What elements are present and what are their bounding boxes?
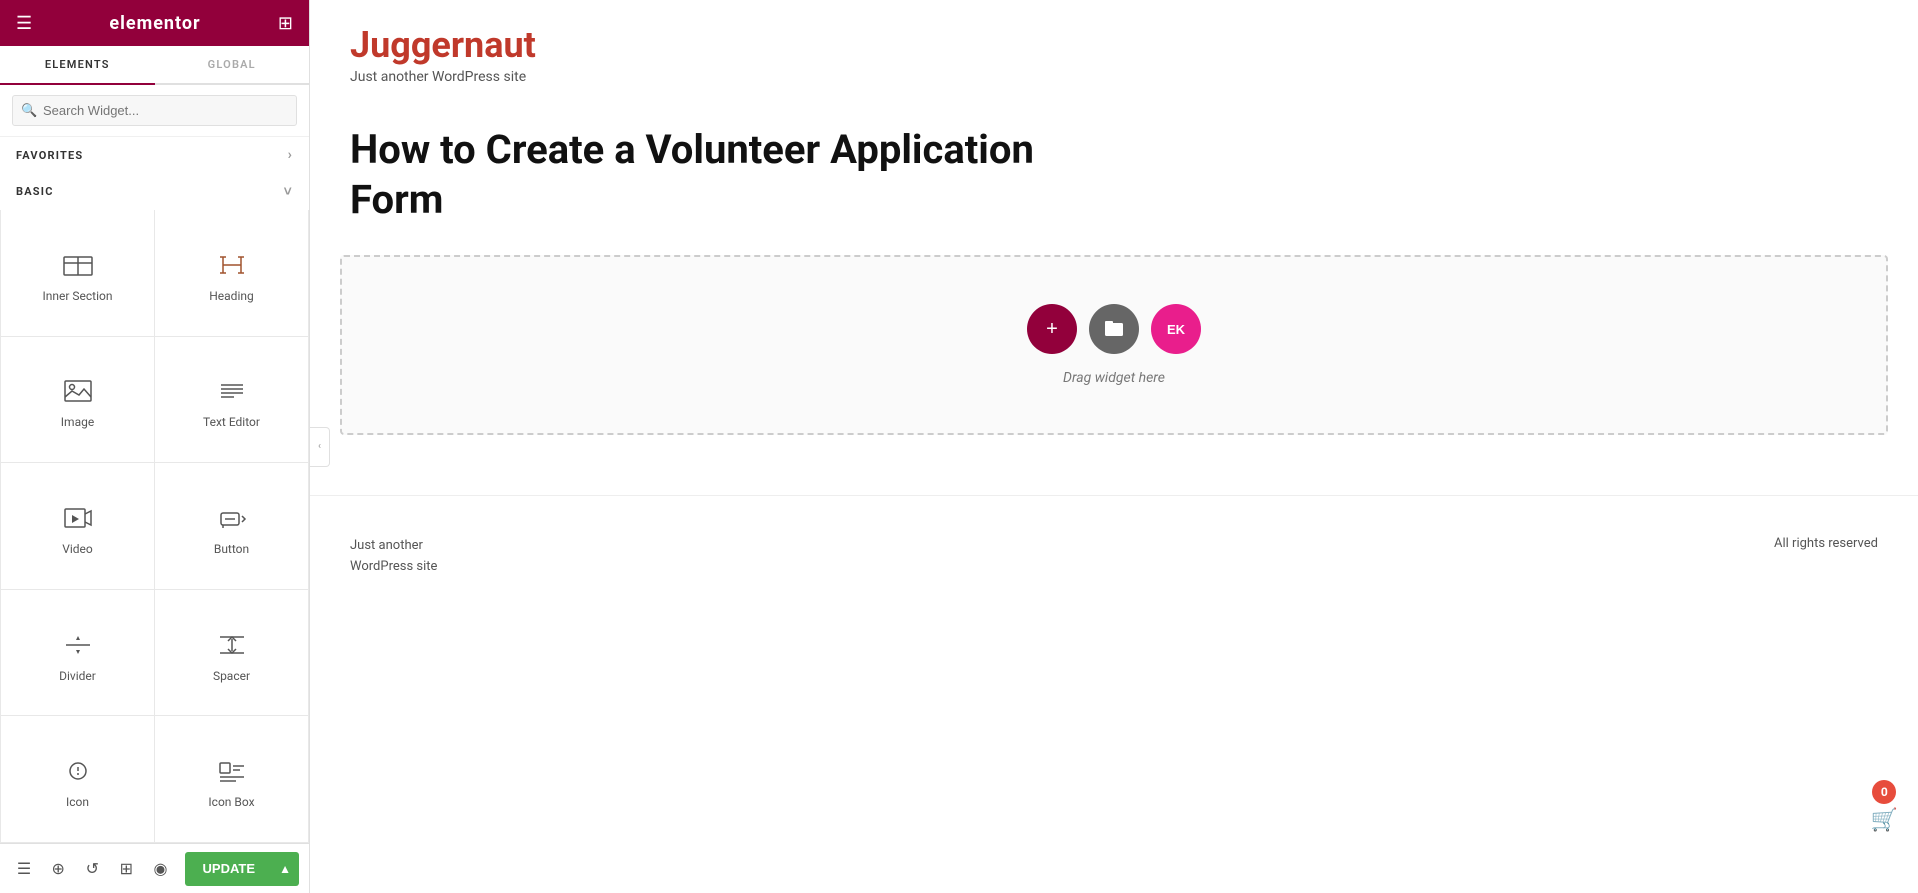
add-widget-button[interactable]: + [1027,304,1077,354]
favorites-section-header[interactable]: FAVORITES › [0,137,309,173]
widget-button[interactable]: Button [155,463,308,589]
panel-header: ☰ elementor ⊞ [0,0,309,46]
widget-image-label: Image [61,415,94,429]
widget-icon[interactable]: Icon [1,716,154,842]
favorites-chevron: › [288,147,293,163]
widget-video-label: Video [62,542,93,556]
widget-spacer-label: Spacer [213,669,250,683]
footer-right: All rights reserved [1774,536,1878,551]
basic-section-header[interactable]: BASIC ˅ [0,173,309,210]
widget-video[interactable]: Video [1,463,154,589]
left-panel: ☰ elementor ⊞ ELEMENTS GLOBAL 🔍 FAVORITE… [0,0,310,893]
site-tagline: Just another WordPress site [350,69,1878,85]
search-icon: 🔍 [21,103,37,118]
grid-icon[interactable]: ⊞ [278,13,293,34]
panel-tabs: ELEMENTS GLOBAL [0,46,309,85]
toolbar-preview-btn[interactable]: ◉ [146,853,174,885]
footer-left-line2: WordPress site [350,557,437,578]
widget-text-editor-label: Text Editor [203,415,260,429]
footer-left: Just another WordPress site [350,536,437,578]
widget-heading-label: Heading [209,289,254,303]
bottom-toolbar: ☰ ⊕ ↺ ⊞ ◉ UPDATE ▲ [0,843,309,893]
widget-divider-label: Divider [59,669,96,683]
search-wrapper: 🔍 [12,95,297,126]
basic-label: BASIC [16,185,54,198]
folder-button[interactable] [1089,304,1139,354]
drop-buttons: + EK [1027,304,1201,354]
tab-global[interactable]: GLOBAL [155,46,310,83]
update-button[interactable]: UPDATE [185,852,273,886]
canvas-content: Juggernaut Just another WordPress site H… [310,0,1918,893]
site-footer: Just another WordPress site All rights r… [310,495,1918,598]
cart-badge: 0 [1872,780,1896,804]
post-title: How to Create a Volunteer Application Fo… [310,95,1130,245]
favorites-label: FAVORITES [16,149,83,162]
drop-zone[interactable]: + EK Drag widget here [340,255,1888,435]
widget-icon-box[interactable]: Icon Box [155,716,308,842]
widget-icon-box-label: Icon Box [208,795,254,809]
drag-widget-text: Drag widget here [1063,370,1165,386]
widget-image[interactable]: Image [1,337,154,463]
toolbar-history-btn[interactable]: ↺ [78,853,106,885]
toolbar-responsive-btn[interactable]: ⊞ [112,853,140,885]
tab-elements[interactable]: ELEMENTS [0,46,155,83]
widget-divider[interactable]: Divider [1,590,154,716]
cart-widget[interactable]: 0 🛒 [1871,780,1898,833]
widget-heading[interactable]: Heading [155,210,308,336]
widget-inner-section-label: Inner Section [42,289,112,303]
search-box: 🔍 [0,85,309,137]
update-dropdown[interactable]: ▲ [271,852,299,886]
search-input[interactable] [12,95,297,126]
widget-grid: Inner Section Heading Image [0,210,309,843]
basic-chevron: ˅ [284,183,293,200]
site-title: Juggernaut [350,24,1878,67]
widget-text-editor[interactable]: Text Editor [155,337,308,463]
elementor-logo: elementor [109,13,200,34]
panel-collapse-handle[interactable]: ‹ [310,427,330,467]
canvas-area: Juggernaut Just another WordPress site H… [310,0,1918,893]
ek-button[interactable]: EK [1151,304,1201,354]
site-header: Juggernaut Just another WordPress site [310,0,1918,95]
hamburger-icon[interactable]: ☰ [16,13,32,34]
cart-icon[interactable]: 🛒 [1871,808,1898,833]
widget-spacer[interactable]: Spacer [155,590,308,716]
widget-icon-label: Icon [66,795,89,809]
toolbar-layers-btn[interactable]: ⊕ [44,853,72,885]
widget-inner-section[interactable]: Inner Section [1,210,154,336]
widget-button-label: Button [214,542,249,556]
update-group: UPDATE ▲ [181,852,299,886]
footer-left-line1: Just another [350,536,437,557]
toolbar-hamburger-btn[interactable]: ☰ [10,853,38,885]
